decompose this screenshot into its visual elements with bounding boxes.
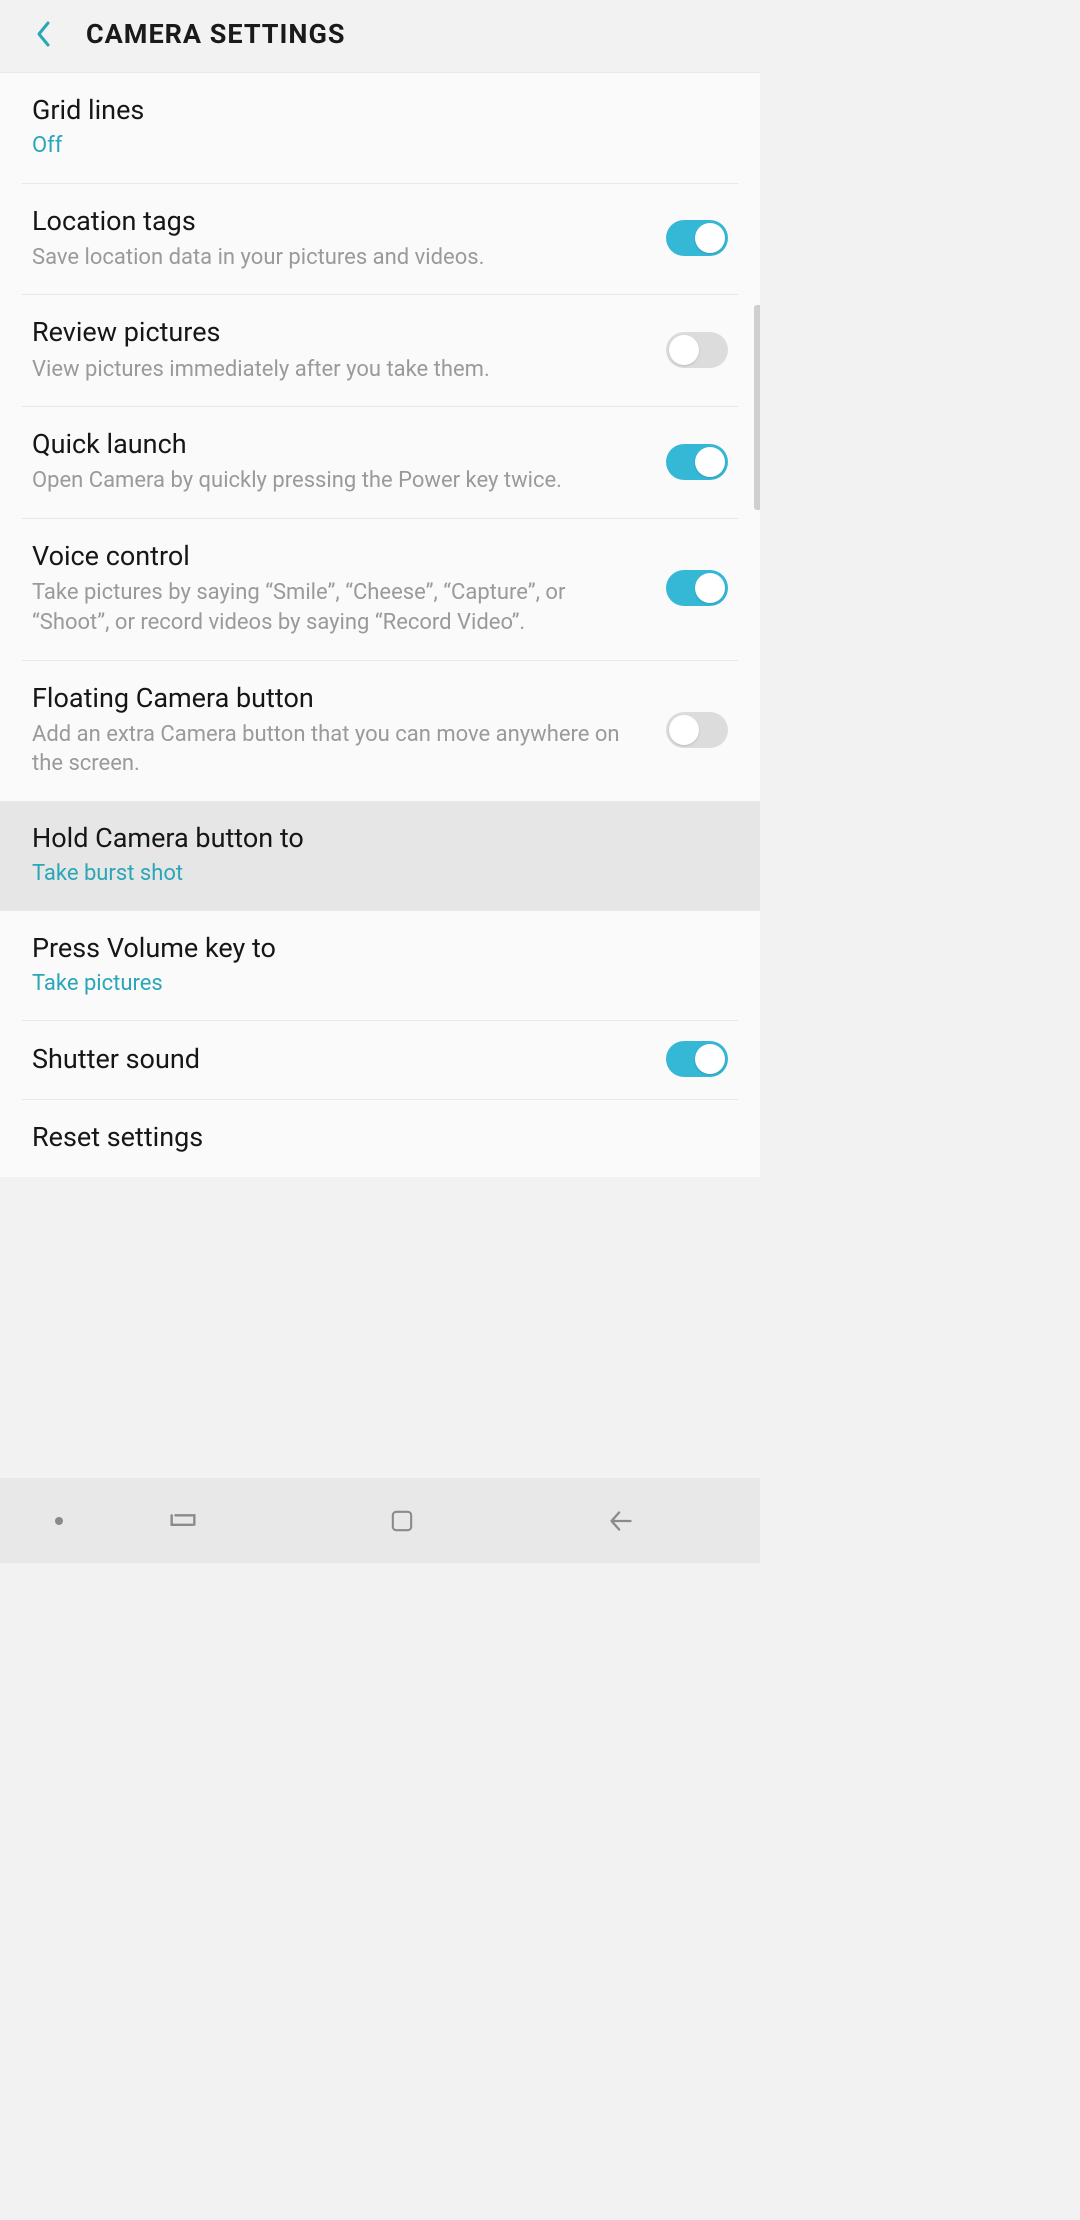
item-text: Grid lines Off [32, 93, 728, 161]
setting-quick-launch[interactable]: Quick launch Open Camera by quickly pres… [22, 407, 738, 519]
toggle-location-tags[interactable] [666, 220, 728, 256]
item-text: Voice control Take pictures by saying “S… [32, 539, 666, 637]
recents-button[interactable] [165, 1503, 201, 1539]
nav-buttons [63, 1503, 760, 1539]
back-button[interactable] [30, 21, 56, 47]
item-value: Off [32, 132, 708, 161]
item-subtitle: View pictures immediately after you take… [32, 355, 646, 385]
toggle-voice-control[interactable] [666, 570, 728, 606]
app-header: CAMERA SETTINGS [0, 0, 760, 72]
item-text: Floating Camera button Add an extra Came… [32, 681, 666, 779]
home-icon [387, 1506, 417, 1536]
setting-floating-camera-button[interactable]: Floating Camera button Add an extra Came… [22, 661, 738, 801]
item-title: Grid lines [32, 93, 708, 128]
item-subtitle: Take pictures by saying “Smile”, “Cheese… [32, 578, 646, 637]
back-arrow-icon [604, 1504, 638, 1538]
chevron-left-icon [35, 20, 51, 48]
scrollbar[interactable] [754, 305, 760, 510]
item-text: Review pictures View pictures immediatel… [32, 315, 666, 384]
item-title: Quick launch [32, 427, 646, 462]
setting-voice-control[interactable]: Voice control Take pictures by saying “S… [22, 519, 738, 660]
settings-list: Grid lines Off Location tags Save locati… [0, 72, 760, 1177]
toggle-shutter-sound[interactable] [666, 1041, 728, 1077]
item-title: Hold Camera button to [32, 821, 708, 856]
toggle-review-pictures[interactable] [666, 332, 728, 368]
item-subtitle: Save location data in your pictures and … [32, 243, 646, 273]
item-subtitle: Open Camera by quickly pressing the Powe… [32, 466, 646, 496]
home-button[interactable] [384, 1503, 420, 1539]
item-text: Reset settings [32, 1120, 728, 1155]
item-title: Press Volume key to [32, 931, 708, 966]
item-title: Shutter sound [32, 1042, 646, 1077]
setting-hold-camera-button[interactable]: Hold Camera button to Take burst shot [0, 801, 760, 911]
item-title: Review pictures [32, 315, 646, 350]
setting-review-pictures[interactable]: Review pictures View pictures immediatel… [22, 295, 738, 407]
item-title: Location tags [32, 204, 646, 239]
item-title: Reset settings [32, 1120, 708, 1155]
setting-shutter-sound[interactable]: Shutter sound [22, 1021, 738, 1100]
recents-icon [166, 1504, 200, 1538]
setting-grid-lines[interactable]: Grid lines Off [22, 73, 738, 184]
toggle-floating-camera-button[interactable] [666, 712, 728, 748]
page-title: CAMERA SETTINGS [86, 18, 346, 50]
item-value: Take burst shot [32, 860, 708, 889]
item-text: Hold Camera button to Take burst shot [32, 821, 728, 889]
item-title: Floating Camera button [32, 681, 646, 716]
item-value: Take pictures [32, 970, 708, 999]
item-text: Shutter sound [32, 1042, 666, 1077]
navigation-bar [0, 1478, 760, 1563]
setting-location-tags[interactable]: Location tags Save location data in your… [22, 184, 738, 296]
setting-reset-settings[interactable]: Reset settings [22, 1100, 738, 1177]
item-title: Voice control [32, 539, 646, 574]
item-text: Location tags Save location data in your… [32, 204, 666, 273]
setting-press-volume-key[interactable]: Press Volume key to Take pictures [22, 911, 738, 1022]
nav-indicator-dot [55, 1517, 63, 1525]
item-text: Quick launch Open Camera by quickly pres… [32, 427, 666, 496]
back-nav-button[interactable] [603, 1503, 639, 1539]
item-text: Press Volume key to Take pictures [32, 931, 728, 999]
toggle-quick-launch[interactable] [666, 444, 728, 480]
item-subtitle: Add an extra Camera button that you can … [32, 720, 646, 779]
